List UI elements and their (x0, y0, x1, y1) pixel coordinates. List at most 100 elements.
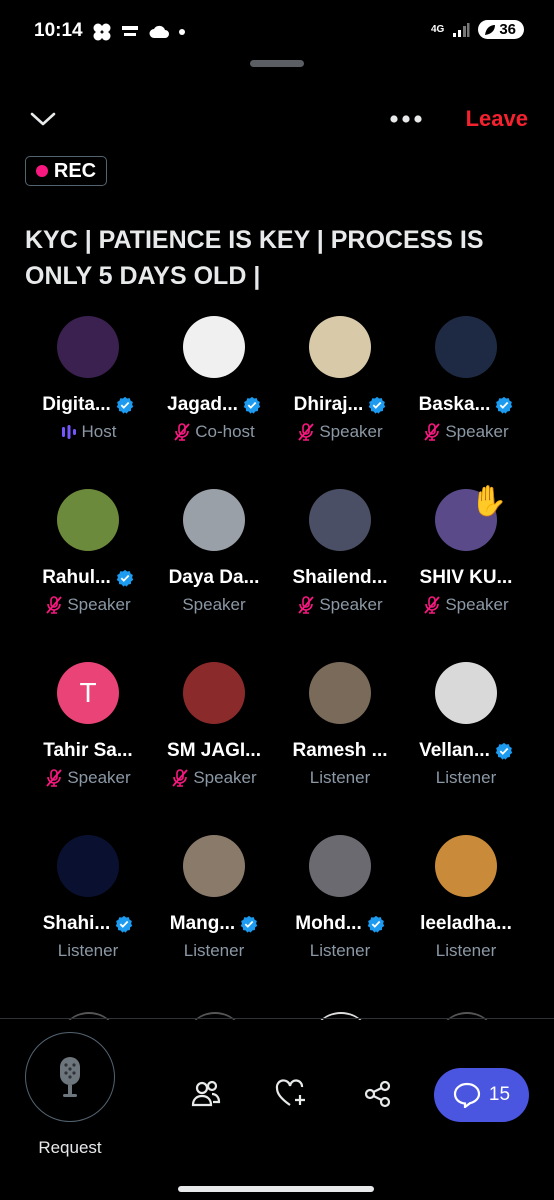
participant-role: Listener (435, 768, 497, 787)
heart-plus-icon (275, 1079, 305, 1106)
participant-card[interactable]: Daya Da... Speaker (151, 489, 277, 615)
verified-badge-icon (116, 569, 134, 587)
collapse-button[interactable] (26, 104, 60, 134)
verified-badge-icon (116, 915, 133, 933)
participant-name: Rahul... (42, 567, 111, 588)
participant-role: Speaker (193, 768, 257, 787)
participant-name: SM JAGI... (167, 740, 261, 761)
people-icon (191, 1080, 221, 1107)
participant-card[interactable]: leeladha... Listener (403, 835, 529, 961)
participant-card[interactable]: Shahi... Listener (25, 835, 151, 961)
verified-badge-icon (240, 915, 258, 933)
avatar[interactable] (183, 489, 245, 551)
avatar[interactable] (309, 489, 371, 551)
mic-muted-icon (298, 423, 315, 441)
avatar[interactable] (435, 835, 497, 897)
participant-name: Vellan... (419, 740, 490, 761)
app-notification-icon (122, 26, 138, 36)
react-button[interactable] (272, 1074, 312, 1114)
share-icon (364, 1080, 391, 1108)
participant-name: Tahir Sa... (43, 740, 133, 761)
participant-card[interactable]: SM JAGI... Speaker (151, 662, 277, 788)
participant-role: Speaker (319, 422, 383, 441)
participant-name: Jagad... (167, 394, 238, 415)
more-horizontal-icon (390, 115, 422, 123)
network-type: 4G (430, 23, 445, 35)
participant-card[interactable]: SHIV KU... Speaker (403, 489, 529, 615)
participant-name: Dhiraj... (293, 394, 364, 415)
participant-card[interactable]: Vellan... Listener (403, 662, 529, 788)
battery-level: 36 (499, 21, 516, 38)
recording-badge: REC (25, 156, 107, 186)
people-button[interactable] (186, 1074, 226, 1114)
dot-icon (179, 29, 185, 35)
participant-card[interactable]: Baska... Speaker (403, 316, 529, 442)
space-title: KYC | PATIENCE IS KEY | PROCESS IS ONLY … (25, 226, 484, 290)
participant-name: Digita... (42, 394, 111, 415)
verified-badge-icon (116, 396, 134, 414)
participant-card[interactable]: Rahul... Speaker (25, 489, 151, 615)
participant-role: Speaker (445, 595, 509, 614)
battery-indicator: 36 (478, 20, 524, 39)
microphone-icon (60, 1057, 80, 1097)
participant-role: Listener (309, 941, 371, 960)
mic-muted-icon (298, 596, 315, 614)
verified-badge-icon (243, 396, 261, 414)
participant-card[interactable]: Digita... Host (25, 316, 151, 442)
avatar[interactable] (57, 835, 119, 897)
participant-role: Listener (57, 941, 119, 960)
avatar-initial: T (79, 677, 97, 708)
chat-bubble-icon (453, 1082, 481, 1108)
mic-muted-icon (174, 423, 190, 441)
comments-count: 15 (488, 1084, 511, 1105)
mic-muted-icon (46, 596, 63, 614)
avatar[interactable] (57, 489, 119, 551)
participant-card[interactable]: Mang... Listener (151, 835, 277, 961)
request-label: Request (38, 1138, 102, 1157)
space-top-bar: Leave (0, 100, 554, 140)
status-time: 10:14 (34, 20, 83, 41)
avatar[interactable] (309, 662, 371, 724)
avatar[interactable] (435, 662, 497, 724)
recording-dot-icon (35, 165, 48, 177)
avatar[interactable] (57, 316, 119, 378)
raised-hand-icon: ✋ (470, 485, 508, 518)
participant-role: Co-host (195, 422, 255, 441)
leave-button[interactable]: Leave (466, 106, 528, 132)
share-button[interactable] (358, 1074, 398, 1114)
avatar[interactable] (435, 316, 497, 378)
participant-card[interactable]: Jagad... Co-host (151, 316, 277, 442)
home-indicator[interactable] (178, 1186, 374, 1192)
participant-role: Host (81, 422, 117, 441)
avatar[interactable]: T (57, 662, 119, 724)
verified-badge-icon (495, 742, 513, 760)
signal-icon (453, 22, 470, 37)
participant-card[interactable]: Ramesh ... Listener (277, 662, 403, 788)
participant-card[interactable]: Mohd... Listener (277, 835, 403, 961)
request-mic-button[interactable] (25, 1032, 115, 1122)
participant-card[interactable]: Shailend... Speaker (277, 489, 403, 615)
avatar[interactable] (183, 835, 245, 897)
comments-button[interactable]: 15 (434, 1068, 529, 1122)
more-options-button[interactable] (386, 106, 426, 132)
participant-name: Baska... (418, 394, 491, 415)
pinwheel-icon (93, 23, 111, 41)
participant-name: leeladha... (420, 913, 512, 934)
status-bar: 10:14 4G 36 (0, 0, 554, 64)
participant-card[interactable]: Dhiraj... Speaker (277, 316, 403, 442)
participant-role: Speaker (67, 595, 131, 614)
verified-badge-icon (496, 396, 513, 414)
participant-card[interactable]: T Tahir Sa... Speaker (25, 662, 151, 788)
equalizer-icon (61, 425, 76, 439)
drag-handle[interactable] (250, 60, 304, 67)
participant-role: Listener (183, 941, 245, 960)
verified-badge-icon (369, 396, 386, 414)
avatar[interactable] (309, 316, 371, 378)
avatar[interactable] (183, 316, 245, 378)
participant-role: Speaker (182, 595, 246, 614)
avatar[interactable] (183, 662, 245, 724)
avatar[interactable] (309, 835, 371, 897)
participant-name: SHIV KU... (419, 567, 513, 588)
participant-name: Shahi... (42, 913, 111, 934)
participant-role: Speaker (445, 422, 509, 441)
